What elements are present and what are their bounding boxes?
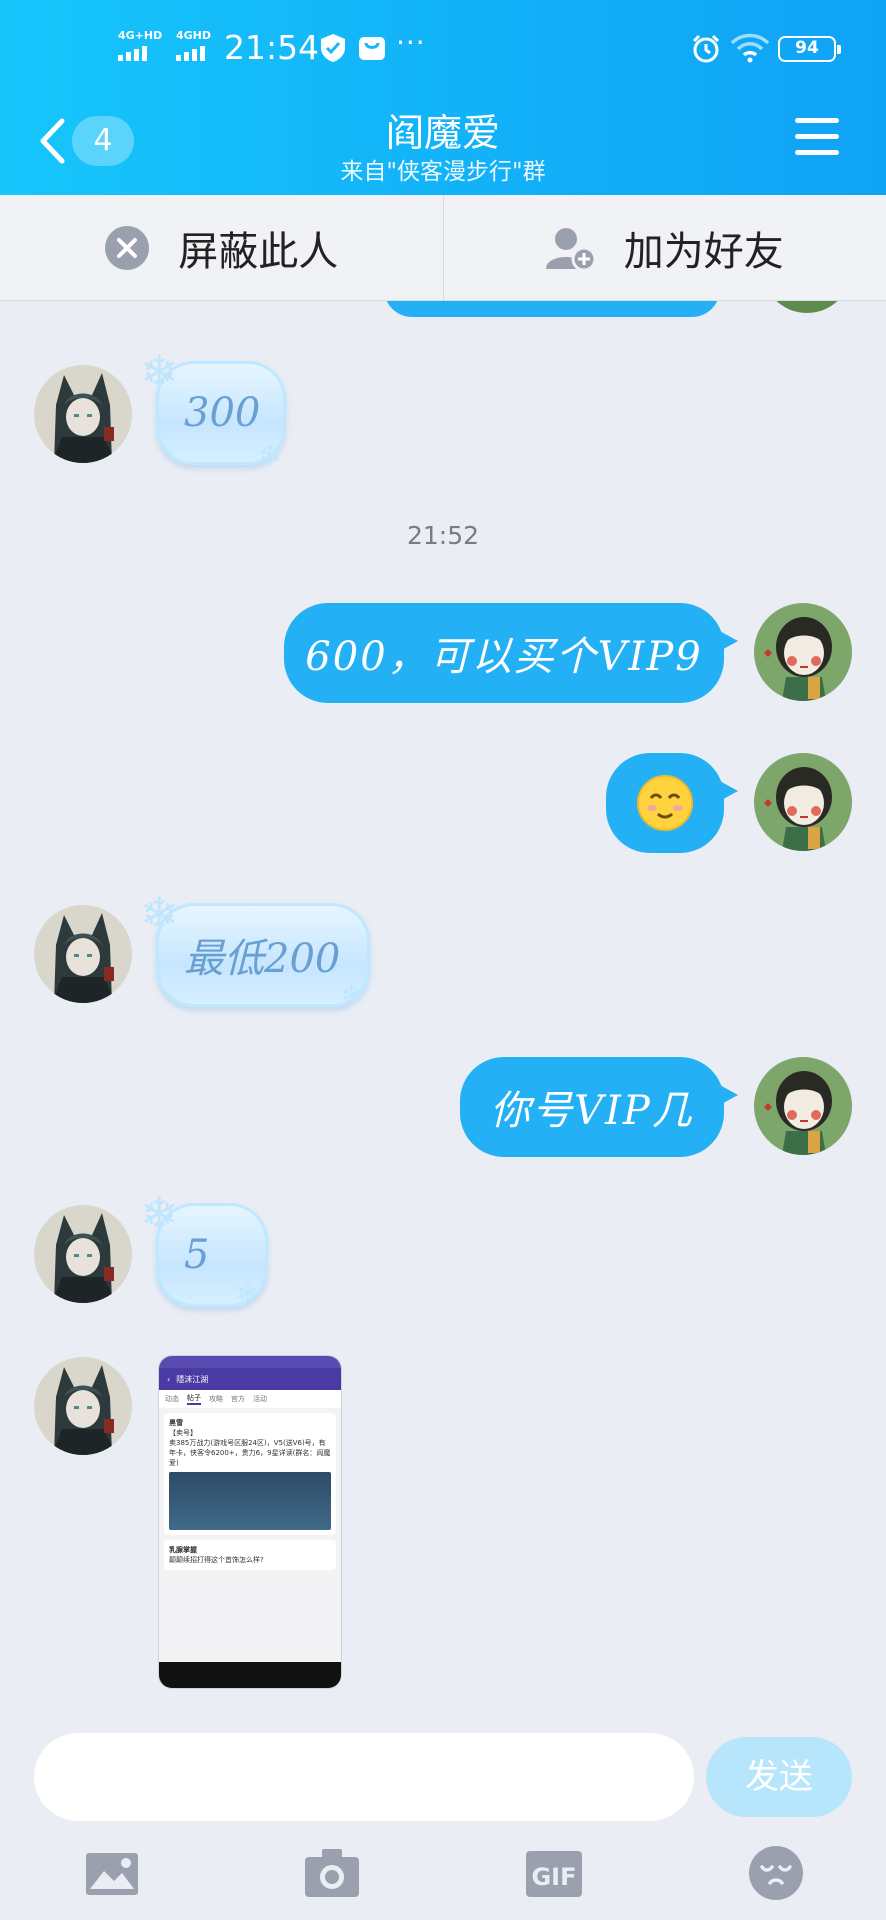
message-text: 最低200 <box>184 936 341 982</box>
message-bubble-partial[interactable] <box>384 301 720 317</box>
image-post-text: 卖385万战力(游戏号区服24区)，V5(送V6)号，有年卡，侠客令6200+，… <box>169 1439 331 1467</box>
message-bubble[interactable]: 600，可以买个VIP9 <box>284 603 738 703</box>
shield-icon <box>321 34 345 62</box>
cat-girl-avatar-icon <box>34 1205 132 1303</box>
camera-icon[interactable] <box>302 1843 362 1903</box>
snowflake-icon: ❄ <box>236 1277 260 1310</box>
more-indicator: ··· <box>396 26 426 59</box>
page-title: 阎魔爱 <box>385 111 500 155</box>
block-user-button[interactable]: 屏蔽此人 <box>0 195 443 300</box>
add-friend-label: 加为好友 <box>623 228 784 275</box>
menu-icon[interactable] <box>795 118 839 158</box>
action-bar: 屏蔽此人 加为好友 <box>0 195 886 301</box>
snowflake-icon: ❄ <box>340 979 364 1012</box>
image-tab: 攻略 <box>209 1395 223 1403</box>
snowflake-icon: ❄ <box>258 439 282 472</box>
status-bar: 4G+HD 4GHD 21:54 ··· 94 <box>0 0 886 98</box>
image-icon[interactable] <box>82 1843 142 1903</box>
gif-icon[interactable]: GIF <box>524 1843 584 1903</box>
message-text: 300 <box>184 390 261 436</box>
cat-girl-avatar-icon <box>34 905 132 1003</box>
message-text: 600，可以买个VIP9 <box>305 634 703 680</box>
image-post-title: 【卖号】 <box>169 1429 197 1437</box>
avatar[interactable] <box>754 753 852 851</box>
avatar[interactable] <box>754 1057 852 1155</box>
snowflake-icon: ❄ <box>140 887 179 941</box>
message-bubble[interactable]: 最低200 <box>156 903 370 1007</box>
image-comment-card: 乳腺掌握 颠颠续招打得这个首饰怎么样? <box>164 1540 336 1570</box>
send-button[interactable]: 发送 <box>706 1737 852 1817</box>
block-icon <box>105 225 150 270</box>
message-text: 5 <box>184 1232 210 1278</box>
message-bubble[interactable]: 你号VIP几 <box>460 1057 738 1157</box>
image-nav-bar <box>159 1662 341 1688</box>
message-text: 你号VIP几 <box>490 1088 694 1134</box>
image-tab: 活动 <box>253 1395 267 1403</box>
image-post-card: 黑雪 【卖号】 卖385万战力(游戏号区服24区)，V5(送V6)号，有年卡，侠… <box>164 1413 336 1535</box>
image-status-bar <box>159 1356 341 1368</box>
image-tabs: 动态 帖子 攻略 官方 活动 <box>159 1390 341 1408</box>
image-app-bar: ‹ 隱沫江湖 <box>159 1368 341 1390</box>
cat-girl-avatar-icon <box>34 365 132 463</box>
chat-header: 4G+HD 4GHD 21:54 ··· 94 4 阎魔爱 来自"侠客漫步行"群 <box>0 0 886 195</box>
message-input[interactable] <box>34 1733 694 1821</box>
avatar[interactable] <box>754 603 852 701</box>
avatar[interactable] <box>34 1205 132 1303</box>
cat-girl-avatar-icon <box>34 1357 132 1455</box>
image-message[interactable]: ‹ 隱沫江湖 动态 帖子 攻略 官方 活动 黑雪 【卖号】 卖385万战力(游戏号… <box>158 1355 342 1689</box>
avatar[interactable] <box>34 1357 132 1455</box>
emoji-icon[interactable] <box>746 1843 806 1903</box>
wifi-icon <box>730 33 770 63</box>
image-tab: 帖子 <box>187 1393 201 1405</box>
girl-avatar-icon <box>754 1057 852 1155</box>
alarm-icon <box>692 34 720 63</box>
message-list[interactable]: 300 ❄ ❄ 21:52 600，可以买个VIP9 最低200 ❄ ❄ 你号V… <box>0 301 886 1721</box>
status-time: 21:54 <box>224 28 320 67</box>
image-app-title: 隱沫江湖 <box>176 1374 209 1384</box>
girl-avatar-icon <box>754 603 852 701</box>
snowflake-icon: ❄ <box>140 345 179 399</box>
timestamp: 21:52 <box>406 521 480 550</box>
block-user-label: 屏蔽此人 <box>178 228 339 275</box>
avatar-partial[interactable] <box>762 301 852 313</box>
image-post-user: 黑雪 <box>169 1419 183 1427</box>
snowflake-icon: ❄ <box>140 1187 179 1241</box>
battery-indicator: 94 <box>778 36 841 62</box>
message-bubble[interactable] <box>606 753 738 853</box>
signal-indicator-2: 4GHD <box>176 30 211 61</box>
avatar[interactable] <box>34 905 132 1003</box>
add-friend-button[interactable]: 加为好友 <box>444 195 886 300</box>
page-subtitle: 来自"侠客漫步行"群 <box>340 159 546 185</box>
add-friend-icon <box>545 227 596 271</box>
composer: 发送 GIF <box>0 1721 886 1920</box>
image-comment-user: 乳腺掌握 <box>169 1546 197 1554</box>
girl-avatar-icon <box>754 753 852 851</box>
avatar[interactable] <box>34 365 132 463</box>
signal-indicator-1: 4G+HD <box>118 30 162 61</box>
bag-icon <box>359 37 385 60</box>
image-tab: 官方 <box>231 1395 245 1403</box>
image-post-screenshot <box>169 1472 331 1530</box>
image-comment-text: 颠颠续招打得这个首饰怎么样? <box>169 1556 264 1564</box>
image-tab: 动态 <box>165 1395 179 1403</box>
svg-text:GIF: GIF <box>531 1863 576 1891</box>
smile-emoji-icon <box>637 775 693 831</box>
